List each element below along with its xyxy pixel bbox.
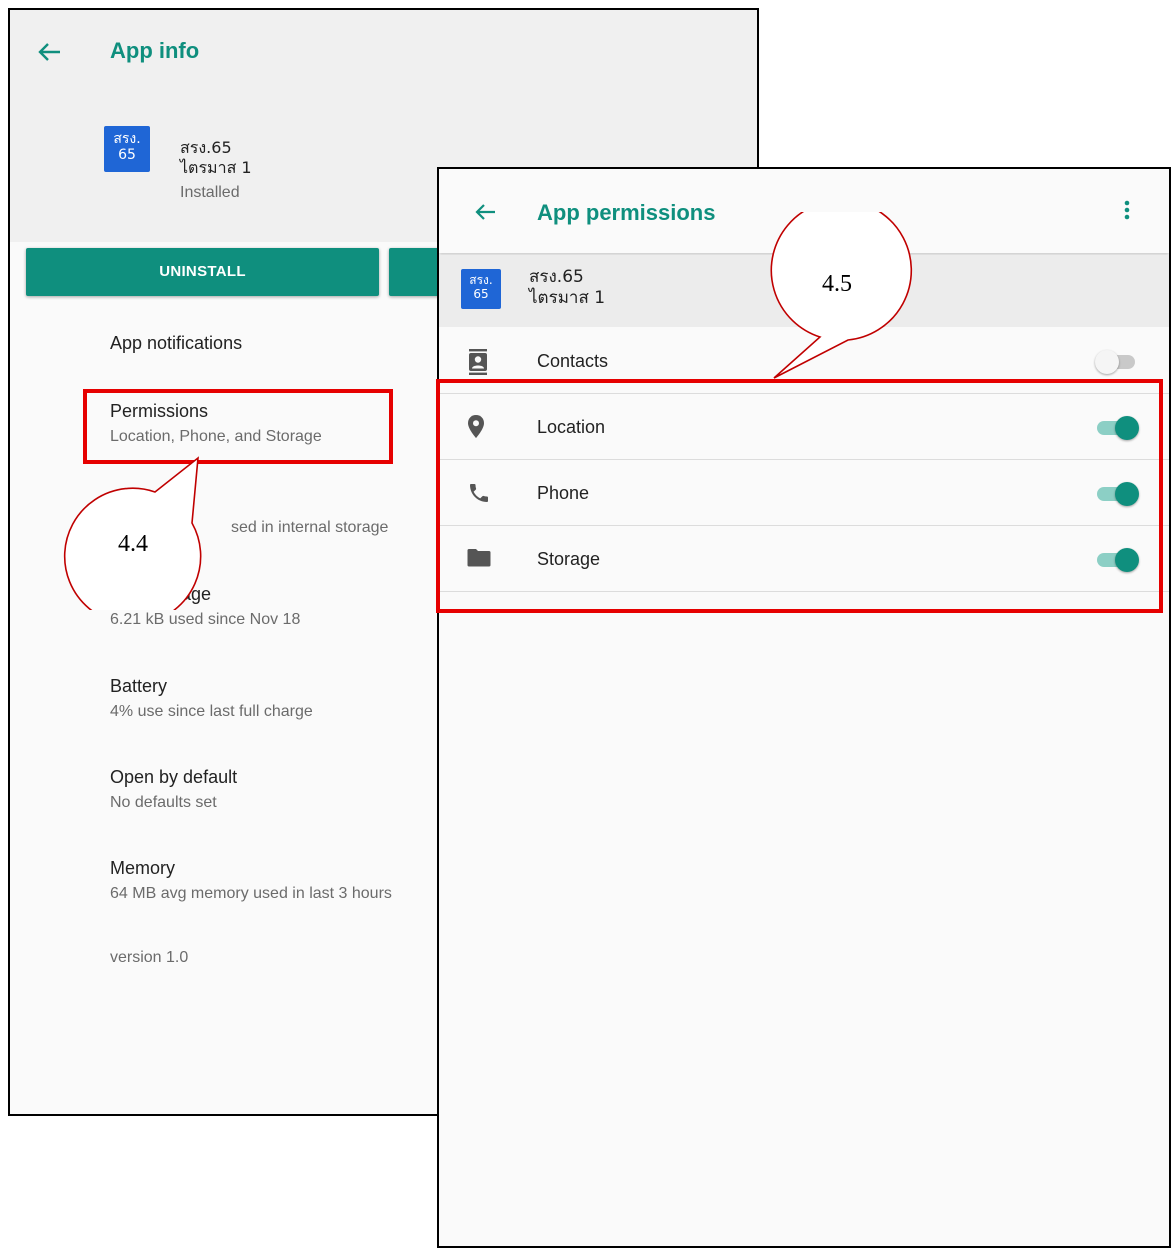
memory-title: Memory [110,858,176,878]
app-name-line-2: ไตรมาส 1 [180,158,252,177]
permission-row-location[interactable]: Location [439,395,1169,460]
permission-label-storage: Storage [537,549,601,569]
divider [439,393,1169,394]
app-icon-text-line-2: 65 [473,287,489,301]
version-label: version 1.0 [110,949,189,966]
storage-item[interactable]: sed in internal storage [231,517,388,539]
permission-label-phone: Phone [537,483,590,503]
data-usage-title: age [181,584,212,604]
storage-toggle[interactable] [1095,547,1141,573]
callout-label-4-5: 4.5 [822,271,852,297]
version-text: version 1.0 [110,947,188,969]
back-arrow-icon[interactable] [473,201,497,223]
open-by-default-item[interactable]: Open by default No defaults set [110,766,237,814]
app-name: สรง.65 ไตรมาส 1 [529,267,605,309]
app-name-line-2: ไตรมาส 1 [529,288,606,308]
permission-label-contacts: Contacts [537,351,609,371]
app-name-line-1: สรง.65 [529,267,584,287]
permission-label-location: Location [537,417,606,437]
data-usage-item[interactable]: age 6.21 kB used since Nov 18 [110,583,300,631]
uninstall-button[interactable]: UNINSTALL [26,248,379,296]
install-status: Installed [180,184,240,201]
divider [439,459,1169,460]
folder-icon [467,547,491,567]
app-icon-text-line-1: สรง. [469,273,493,287]
app-icon-text-line-2: 65 [118,147,136,163]
app-icon: สรง. 65 [104,126,150,172]
app-notifications-title: App notifications [110,333,243,353]
permission-row-storage[interactable]: Storage [439,527,1169,592]
contacts-toggle[interactable] [1095,349,1141,375]
permissions-summary: Location, Phone, and Storage [110,428,322,445]
memory-summary: 64 MB avg memory used in last 3 hours [110,885,392,902]
app-name: สรง.65 ไตรมาส 1 [180,138,252,178]
permission-row-contacts[interactable]: Contacts [439,329,1169,394]
location-pin-icon [467,415,485,439]
divider [439,591,1169,592]
app-notifications-item[interactable]: App notifications [110,332,242,354]
open-by-default-summary: No defaults set [110,794,217,811]
open-by-default-title: Open by default [110,767,238,787]
battery-title: Battery [110,676,168,696]
storage-summary: sed in internal storage [231,519,389,536]
page-title: App info [110,38,200,63]
divider [439,525,1169,526]
battery-item[interactable]: Battery 4% use since last full charge [110,675,313,723]
phone-toggle[interactable] [1095,481,1141,507]
app-permissions-screen: App permissions สรง. 65 สรง.65 ไตรมาส 1 … [437,167,1171,1248]
app-icon-text-line-1: สรง. [113,131,141,147]
contacts-icon [467,349,489,375]
callout-label-4-4: 4.4 [118,531,148,557]
location-toggle[interactable] [1095,415,1141,441]
battery-summary: 4% use since last full charge [110,703,313,720]
memory-item[interactable]: Memory 64 MB avg memory used in last 3 h… [110,857,392,905]
app-icon: สรง. 65 [461,269,501,309]
back-arrow-icon[interactable] [36,40,62,64]
data-usage-summary: 6.21 kB used since Nov 18 [110,611,301,628]
phone-icon [467,481,491,505]
permission-row-phone[interactable]: Phone [439,461,1169,526]
permissions-title: Permissions [110,401,209,421]
app-name-line-1: สรง.65 [180,138,232,157]
page-title: App permissions [537,200,716,225]
permissions-item[interactable]: Permissions Location, Phone, and Storage [110,400,322,448]
more-options-icon[interactable] [1123,199,1131,221]
